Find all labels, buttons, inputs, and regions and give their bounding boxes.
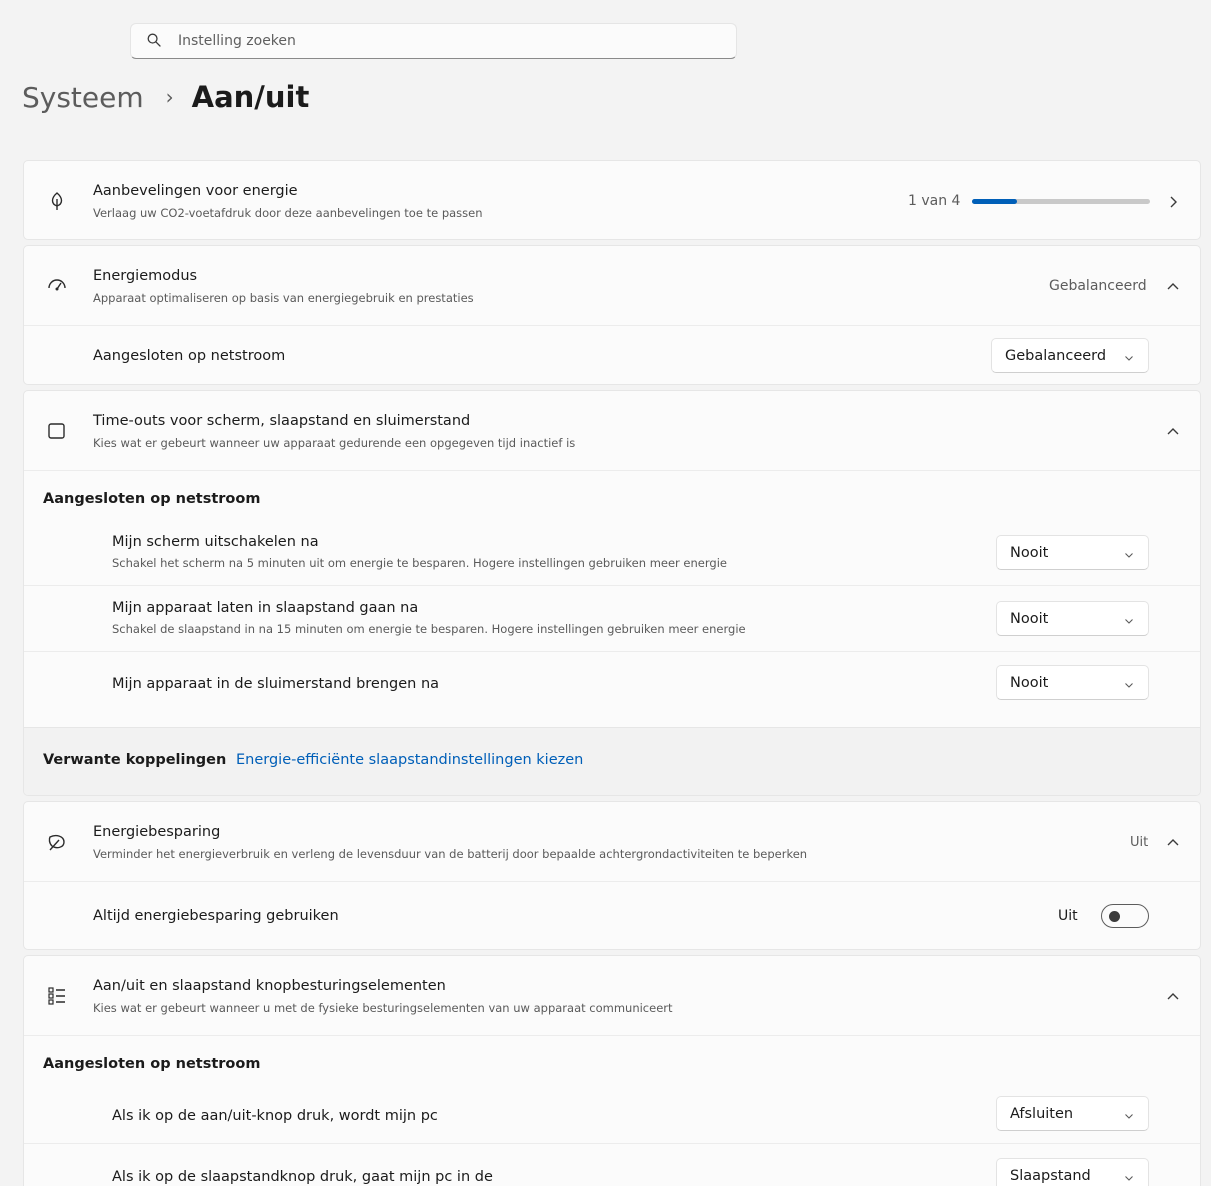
row-title: Als ik op de aan/uit-knop druk, wordt mi… [112, 1108, 438, 1124]
power-mode-header[interactable]: Energiemodus Apparaat optimaliseren op b… [24, 246, 1200, 326]
card-subtitle: Kies wat er gebeurt wanneer uw apparaat … [93, 436, 576, 450]
sleep-button-dropdown[interactable]: Slaapstand [996, 1158, 1149, 1186]
screen-off-dropdown[interactable]: Nooit [996, 535, 1149, 570]
related-links: Verwante koppelingen Energie-efficiënte … [24, 727, 1200, 795]
sleep-row: Mijn apparaat laten in slaapstand gaan n… [24, 587, 1200, 652]
row-title: Mijn apparaat laten in slaapstand gaan n… [112, 600, 419, 616]
energy-saver-value: Uit [1130, 835, 1149, 850]
leaf-bulb-icon [46, 190, 68, 212]
chevron-up-icon [1166, 424, 1180, 438]
related-label: Verwante koppelingen [43, 752, 227, 768]
button-controls-header[interactable]: Aan/uit en slaapstand knopbesturingselem… [24, 956, 1200, 1036]
progress-bar [972, 199, 1150, 204]
chevron-down-icon [1124, 678, 1134, 688]
dropdown-value: Slaapstand [1010, 1167, 1091, 1184]
power-mode-value: Gebalanceerd [1049, 278, 1147, 294]
card-subtitle: Kies wat er gebeurt wanneer u met de fys… [93, 1001, 673, 1015]
power-button-dropdown[interactable]: Afsluiten [996, 1096, 1149, 1131]
card-title: Aan/uit en slaapstand knopbesturingselem… [93, 978, 446, 994]
card-title: Time-outs voor scherm, slaapstand en slu… [93, 413, 471, 429]
energy-saver-toggle[interactable] [1101, 904, 1149, 928]
dropdown-value: Nooit [1010, 674, 1049, 691]
dropdown-value: Nooit [1010, 610, 1049, 627]
search-placeholder: Instelling zoeken [178, 33, 296, 49]
chevron-down-icon [1124, 1109, 1134, 1119]
power-mode-plugged-row: Aangesloten op netstroom Gebalanceerd [24, 326, 1200, 384]
chevron-down-icon [1124, 1171, 1134, 1181]
search-input[interactable]: Instelling zoeken [130, 23, 737, 59]
energy-saver-header[interactable]: Energiebesparing Verminder het energieve… [24, 802, 1200, 882]
dropdown-value: Afsluiten [1010, 1105, 1074, 1122]
section-header: Aangesloten op netstroom [43, 1056, 261, 1072]
leaf-saver-icon [46, 831, 68, 853]
breadcrumb-separator: › [165, 85, 174, 109]
screen-sleep-icon [46, 420, 68, 442]
page-title: Aan/uit [191, 80, 310, 114]
list-controls-icon [46, 985, 68, 1007]
chevron-down-icon [1124, 351, 1134, 361]
card-subtitle: Verlaag uw CO2-voetafdruk door deze aanb… [93, 206, 483, 220]
power-button-row: Als ik op de aan/uit-knop druk, wordt mi… [24, 1086, 1200, 1144]
toggle-label: Uit [1058, 908, 1078, 924]
chevron-up-icon [1166, 989, 1180, 1003]
card-title: Energiemodus [93, 268, 198, 284]
power-mode-card: Energiemodus Apparaat optimaliseren op b… [23, 245, 1201, 385]
row-subtitle: Schakel het scherm na 5 minuten uit om e… [112, 556, 727, 570]
card-subtitle: Verminder het energieverbruik en verleng… [93, 847, 808, 861]
chevron-up-icon [1166, 279, 1180, 293]
row-title: Mijn scherm uitschakelen na [112, 534, 319, 550]
power-mode-dropdown[interactable]: Gebalanceerd [991, 338, 1149, 373]
row-label: Aangesloten op netstroom [93, 348, 286, 364]
chevron-right-icon [1166, 194, 1180, 208]
chevron-down-icon [1124, 614, 1134, 624]
toggle-knob [1109, 911, 1120, 922]
chevron-up-icon [1166, 835, 1180, 849]
card-title: Aanbevelingen voor energie [93, 183, 298, 199]
sleep-dropdown[interactable]: Nooit [996, 601, 1149, 636]
search-icon [147, 32, 161, 51]
always-energy-saver-row: Altijd energiebesparing gebruiken Uit [24, 882, 1200, 949]
row-label: Altijd energiebesparing gebruiken [93, 908, 339, 924]
breadcrumb-parent[interactable]: Systeem [22, 81, 144, 114]
sleep-button-row: Als ik op de slaapstandknop druk, gaat m… [24, 1145, 1200, 1186]
dropdown-value: Gebalanceerd [1005, 347, 1107, 364]
chevron-down-icon [1124, 548, 1134, 558]
hibernate-dropdown[interactable]: Nooit [996, 665, 1149, 700]
timeouts-card: Time-outs voor scherm, slaapstand en slu… [23, 390, 1201, 796]
hibernate-row: Mijn apparaat in de sluimerstand brengen… [24, 653, 1200, 717]
row-title: Als ik op de slaapstandknop druk, gaat m… [112, 1169, 493, 1185]
card-title: Energiebesparing [93, 824, 221, 840]
speedometer-icon [46, 275, 68, 297]
screen-off-row: Mijn scherm uitschakelen na Schakel het … [24, 521, 1200, 586]
section-header: Aangesloten op netstroom [43, 491, 261, 507]
energy-recommendations-card[interactable]: Aanbevelingen voor energie Verlaag uw CO… [23, 160, 1201, 240]
button-controls-card: Aan/uit en slaapstand knopbesturingselem… [23, 955, 1201, 1186]
timeouts-header[interactable]: Time-outs voor scherm, slaapstand en slu… [24, 391, 1200, 471]
progress-text: 1 van 4 [908, 193, 961, 209]
energy-saver-card: Energiebesparing Verminder het energieve… [23, 801, 1201, 950]
energy-efficient-sleep-link[interactable]: Energie-efficiënte slaapstandinstellinge… [236, 752, 583, 768]
dropdown-value: Nooit [1010, 544, 1049, 561]
row-title: Mijn apparaat in de sluimerstand brengen… [112, 676, 440, 692]
breadcrumb: Systeem › Aan/uit [22, 80, 309, 114]
progress-fill [972, 199, 1017, 204]
row-subtitle: Schakel de slaapstand in na 15 minuten o… [112, 622, 746, 636]
card-subtitle: Apparaat optimaliseren op basis van ener… [93, 291, 474, 305]
